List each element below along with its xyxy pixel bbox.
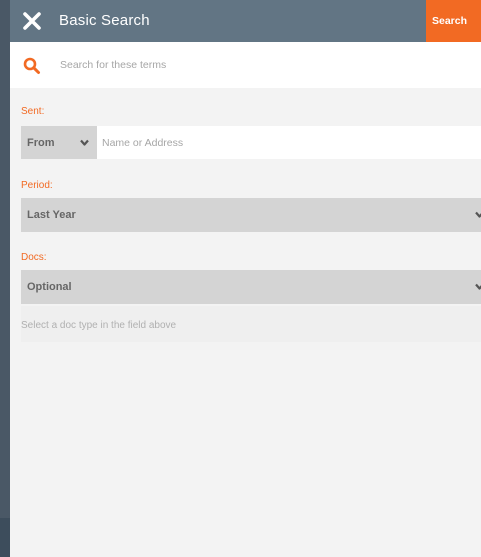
chevron-down-icon [475,283,481,290]
docs-select[interactable]: Optional [21,270,481,304]
page-title: Basic Search [59,12,150,29]
close-x-icon [23,12,41,30]
address-input[interactable] [97,126,481,159]
sent-label: Sent: [21,106,45,117]
period-select[interactable]: Last Year [21,198,481,232]
sent-direction-select[interactable]: From [21,126,97,159]
docs-label: Docs: [21,252,47,263]
search-icon [23,57,40,74]
period-label: Period: [21,180,53,191]
chevron-down-icon [80,139,89,146]
doc-type-field[interactable]: Select a doc type in the field above [21,306,481,342]
panel-header: Basic Search Search [10,0,481,42]
close-button[interactable] [20,9,44,33]
backdrop [0,518,10,557]
chevron-down-icon [475,211,481,218]
doc-type-hint: Select a doc type in the field above [21,320,177,331]
period-value: Last Year [27,209,76,221]
docs-value: Optional [27,281,72,293]
search-terms-input[interactable] [60,54,460,76]
search-terms-row [10,42,481,88]
search-button[interactable]: Search [426,0,481,42]
sent-direction-value: From [27,137,55,149]
basic-search-panel: Basic Search Search Sent: From Period: L… [10,0,481,557]
